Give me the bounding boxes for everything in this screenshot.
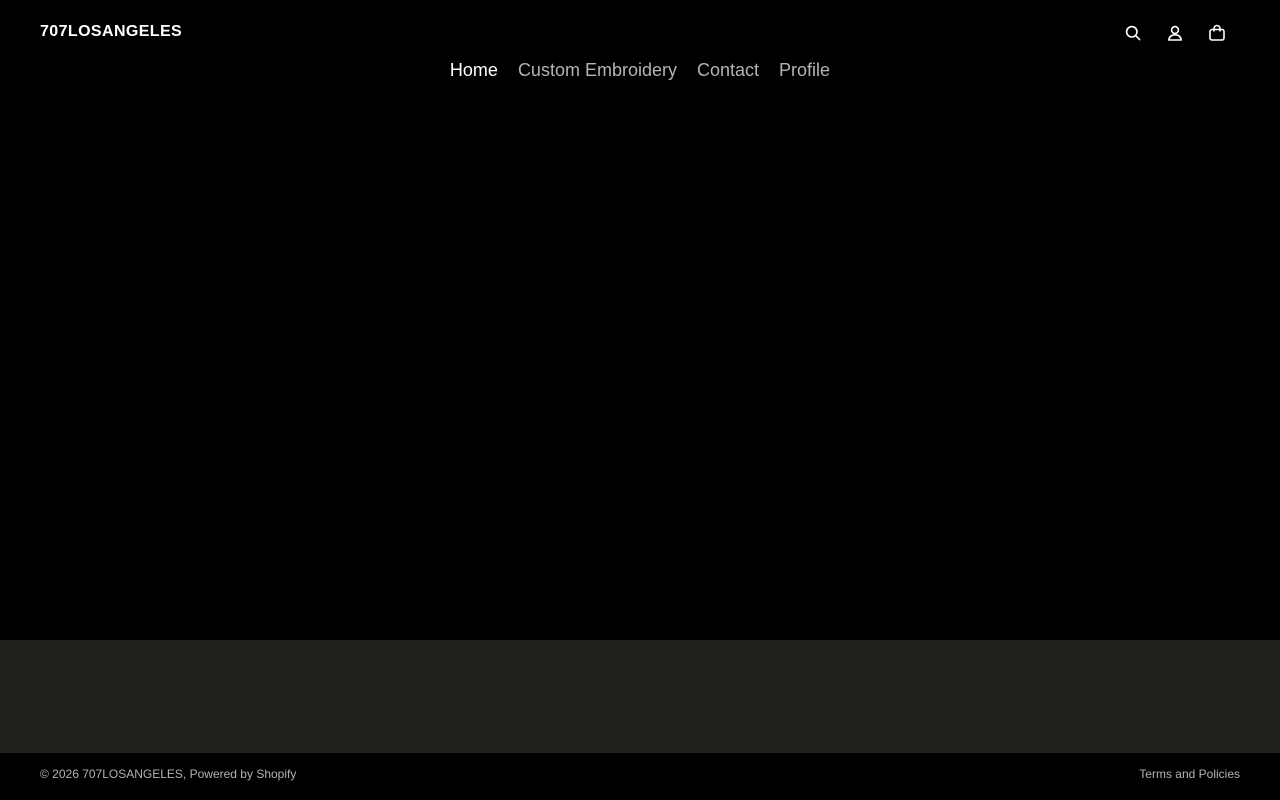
page: 707LOSANGELES Home Custom Embroidery Con… [0, 0, 1280, 800]
search-icon[interactable] [1122, 22, 1144, 44]
footer-band [0, 640, 1280, 753]
nav-item-custom-embroidery[interactable]: Custom Embroidery [518, 58, 677, 82]
account-icon[interactable] [1164, 22, 1186, 44]
nav-item-home[interactable]: Home [450, 58, 498, 82]
nav-item-profile[interactable]: Profile [779, 58, 830, 82]
main-content [0, 110, 1280, 640]
copyright-text: © 2026 707LOSANGELES, [40, 767, 187, 781]
cart-icon[interactable] [1206, 22, 1228, 44]
header-icons [1122, 22, 1228, 44]
powered-by-link[interactable]: Powered by Shopify [190, 767, 297, 781]
store-logo[interactable]: 707LOSANGELES [40, 23, 182, 41]
copyright: © 2026 707LOSANGELES, Powered by Shopify [40, 767, 296, 781]
main-nav: Home Custom Embroidery Contact Profile [0, 58, 1280, 82]
nav-item-contact[interactable]: Contact [697, 58, 759, 82]
site-header: 707LOSANGELES Home Custom Embroidery Con… [0, 0, 1280, 110]
site-footer: © 2026 707LOSANGELES, Powered by Shopify… [0, 753, 1280, 800]
terms-policies-link[interactable]: Terms and Policies [1139, 767, 1240, 781]
